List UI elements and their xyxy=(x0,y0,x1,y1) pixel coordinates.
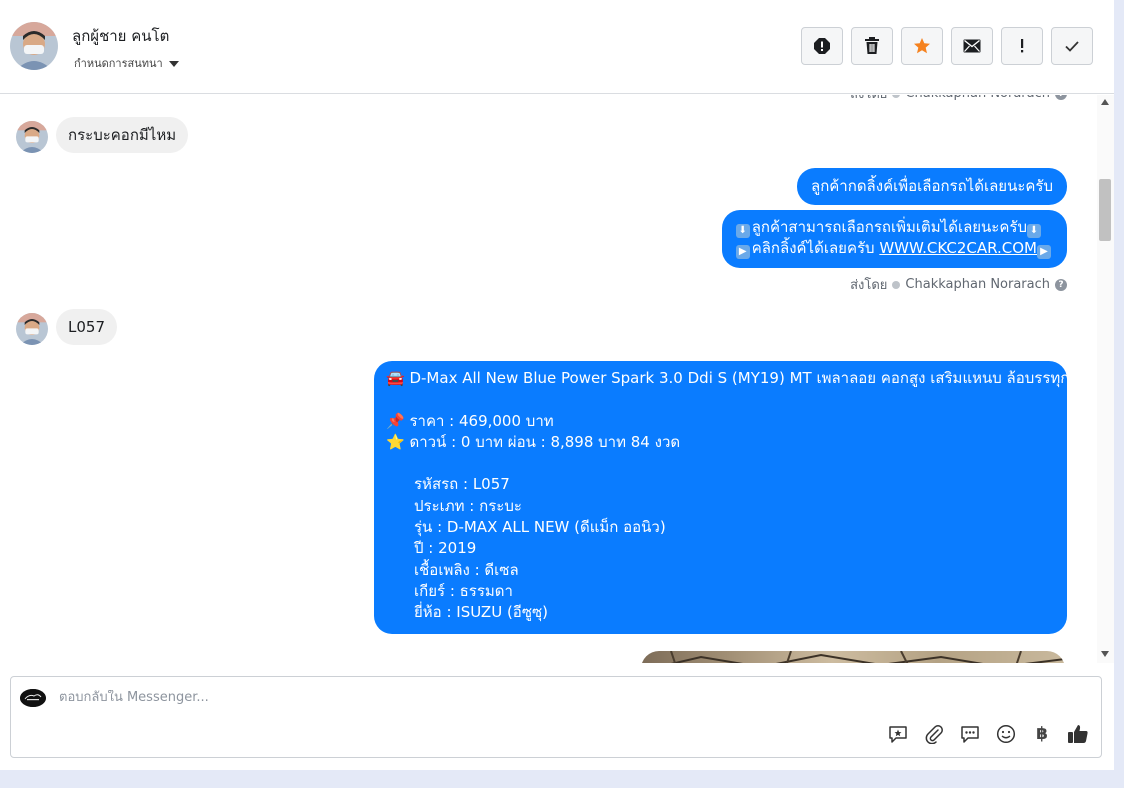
saved-reply-button[interactable] xyxy=(887,723,909,745)
reply-composer: ฿ xyxy=(10,676,1102,758)
message-text: ลูกค้าสามารถเลือกรถเพิ่มเติมได้เลยนะครับ xyxy=(751,218,1027,236)
incoming-message[interactable]: กระบะคอกมีไหม xyxy=(56,117,189,153)
scroll-down-arrow-icon[interactable] xyxy=(1101,651,1109,657)
outgoing-message[interactable]: ⬇ ลูกค้าสามารถเลือกรถเพิ่มเติมได้เลยนะครั… xyxy=(721,210,1067,268)
help-icon[interactable]: ? xyxy=(1055,95,1067,100)
sent-by-prefix: ส่งโดย xyxy=(850,95,887,104)
arrow-down-emoji-icon: ⬇ xyxy=(735,224,750,238)
help-icon[interactable]: ? xyxy=(1055,278,1067,291)
sender-status-icon xyxy=(892,280,901,289)
car-fuel: เชื้อเพลิง : ดีเซล xyxy=(414,560,519,579)
delete-button[interactable] xyxy=(851,27,893,65)
header-actions xyxy=(801,27,1093,65)
star-icon xyxy=(914,38,930,54)
star-button[interactable] xyxy=(901,27,943,65)
play-emoji-icon: ▶ xyxy=(1037,245,1051,259)
arrow-down-emoji-icon: ⬇ xyxy=(1026,224,1041,238)
attachment-icon xyxy=(925,725,943,744)
conversation-label-dropdown[interactable]: กำหนดการสนทนา xyxy=(74,54,179,72)
contact-avatar-small xyxy=(16,121,48,153)
trash-icon xyxy=(865,37,879,54)
car-year: ปี : 2019 xyxy=(414,539,477,558)
car-model: รุ่น : D-MAX ALL NEW (ดีแม็ก ออนิว) xyxy=(414,518,666,537)
quick-reply-button[interactable] xyxy=(959,723,981,745)
car-brand: ยี่ห้อ : ISUZU (อีซูซุ) xyxy=(414,603,549,622)
spam-icon xyxy=(814,38,830,54)
contact-avatar[interactable] xyxy=(10,22,58,70)
mark-spam-button[interactable] xyxy=(801,27,843,65)
scroll-up-arrow-icon[interactable] xyxy=(1101,99,1109,105)
car-gear: เกียร์ : ธรรมดา xyxy=(414,581,513,600)
website-link[interactable]: WWW.CKC2CAR.COM xyxy=(879,239,1037,257)
message-thread: ส่งโดย Chakkaphan Norarach ? กระบะคอกมีไ… xyxy=(0,95,1097,663)
sent-by-label: ส่งโดย Chakkaphan Norarach ? xyxy=(850,95,1067,104)
baht-icon: ฿ xyxy=(1036,724,1048,744)
saved-reply-icon xyxy=(889,726,907,743)
like-icon xyxy=(1068,725,1088,743)
quick-reply-icon xyxy=(961,726,979,743)
car-code: รหัสรถ : L057 xyxy=(414,475,510,494)
outgoing-car-listing-message[interactable]: 🚘 D-Max All New Blue Power Spark 3.0 Ddi… xyxy=(374,361,1070,634)
emoji-icon xyxy=(996,724,1016,744)
car-emoji-icon: 🚘 xyxy=(386,369,405,387)
outgoing-message[interactable]: ลูกค้ากดลิ้งค์เพื่อเลือกรถได้เลยนะครับ xyxy=(797,168,1067,205)
follow-up-button[interactable] xyxy=(1001,27,1043,65)
label-dropdown-text: กำหนดการสนทนา xyxy=(74,57,163,70)
star-emoji-icon: ⭐ xyxy=(386,432,405,451)
like-button[interactable] xyxy=(1067,723,1089,745)
car-photo-attachment[interactable] xyxy=(641,651,1065,663)
contact-name[interactable]: ลูกผู้ชาย คนโต xyxy=(72,24,169,48)
thread-scrollbar[interactable] xyxy=(1097,95,1114,663)
sender-name: Chakkaphan Norarach xyxy=(905,95,1050,101)
pushpin-emoji-icon: 📌 xyxy=(386,411,405,430)
exclamation-icon xyxy=(1021,39,1024,53)
emoji-button[interactable] xyxy=(995,723,1017,745)
attach-file-button[interactable] xyxy=(923,723,945,745)
car-title: D-Max All New Blue Power Spark 3.0 Ddi S… xyxy=(409,369,1070,387)
car-down-payment: ดาวน์ : 0 บาท ผ่อน : 8,898 บาท 84 งวด xyxy=(409,432,681,451)
incoming-message[interactable]: L057 xyxy=(56,309,117,345)
message-text: ลูกค้ากดลิ้งค์เพื่อเลือกรถได้เลยนะครับ xyxy=(811,177,1053,195)
page-avatar xyxy=(20,689,46,707)
car-type: ประเภท : กระบะ xyxy=(414,496,522,515)
scroll-thumb[interactable] xyxy=(1099,179,1111,241)
contact-avatar-small xyxy=(16,313,48,345)
composer-toolbar: ฿ xyxy=(887,723,1089,745)
mark-done-button[interactable] xyxy=(1051,27,1093,65)
caret-down-icon xyxy=(168,60,179,67)
play-emoji-icon: ▶ xyxy=(735,245,750,259)
sent-by-label: ส่งโดย Chakkaphan Norarach ? xyxy=(850,274,1067,295)
sender-status-icon xyxy=(892,95,901,98)
payment-button[interactable]: ฿ xyxy=(1031,723,1053,745)
envelope-icon xyxy=(963,39,981,53)
inbox-conversation-panel: ลูกผู้ชาย คนโต กำหนดการสนทนา กระบะคอกมีไ… xyxy=(0,0,1114,770)
sent-by-prefix: ส่งโดย xyxy=(850,278,888,293)
check-icon xyxy=(1065,41,1079,52)
conversation-header: ลูกผู้ชาย คนโต กำหนดการสนทนา xyxy=(0,0,1114,94)
reply-input[interactable] xyxy=(59,690,919,705)
sender-name: Chakkaphan Norarach xyxy=(905,277,1050,292)
car-price: ราคา : 469,000 บาท xyxy=(409,411,554,430)
mark-unread-button[interactable] xyxy=(951,27,993,65)
message-text: คลิกลิ้งค์ได้เลยครับ xyxy=(751,239,880,257)
